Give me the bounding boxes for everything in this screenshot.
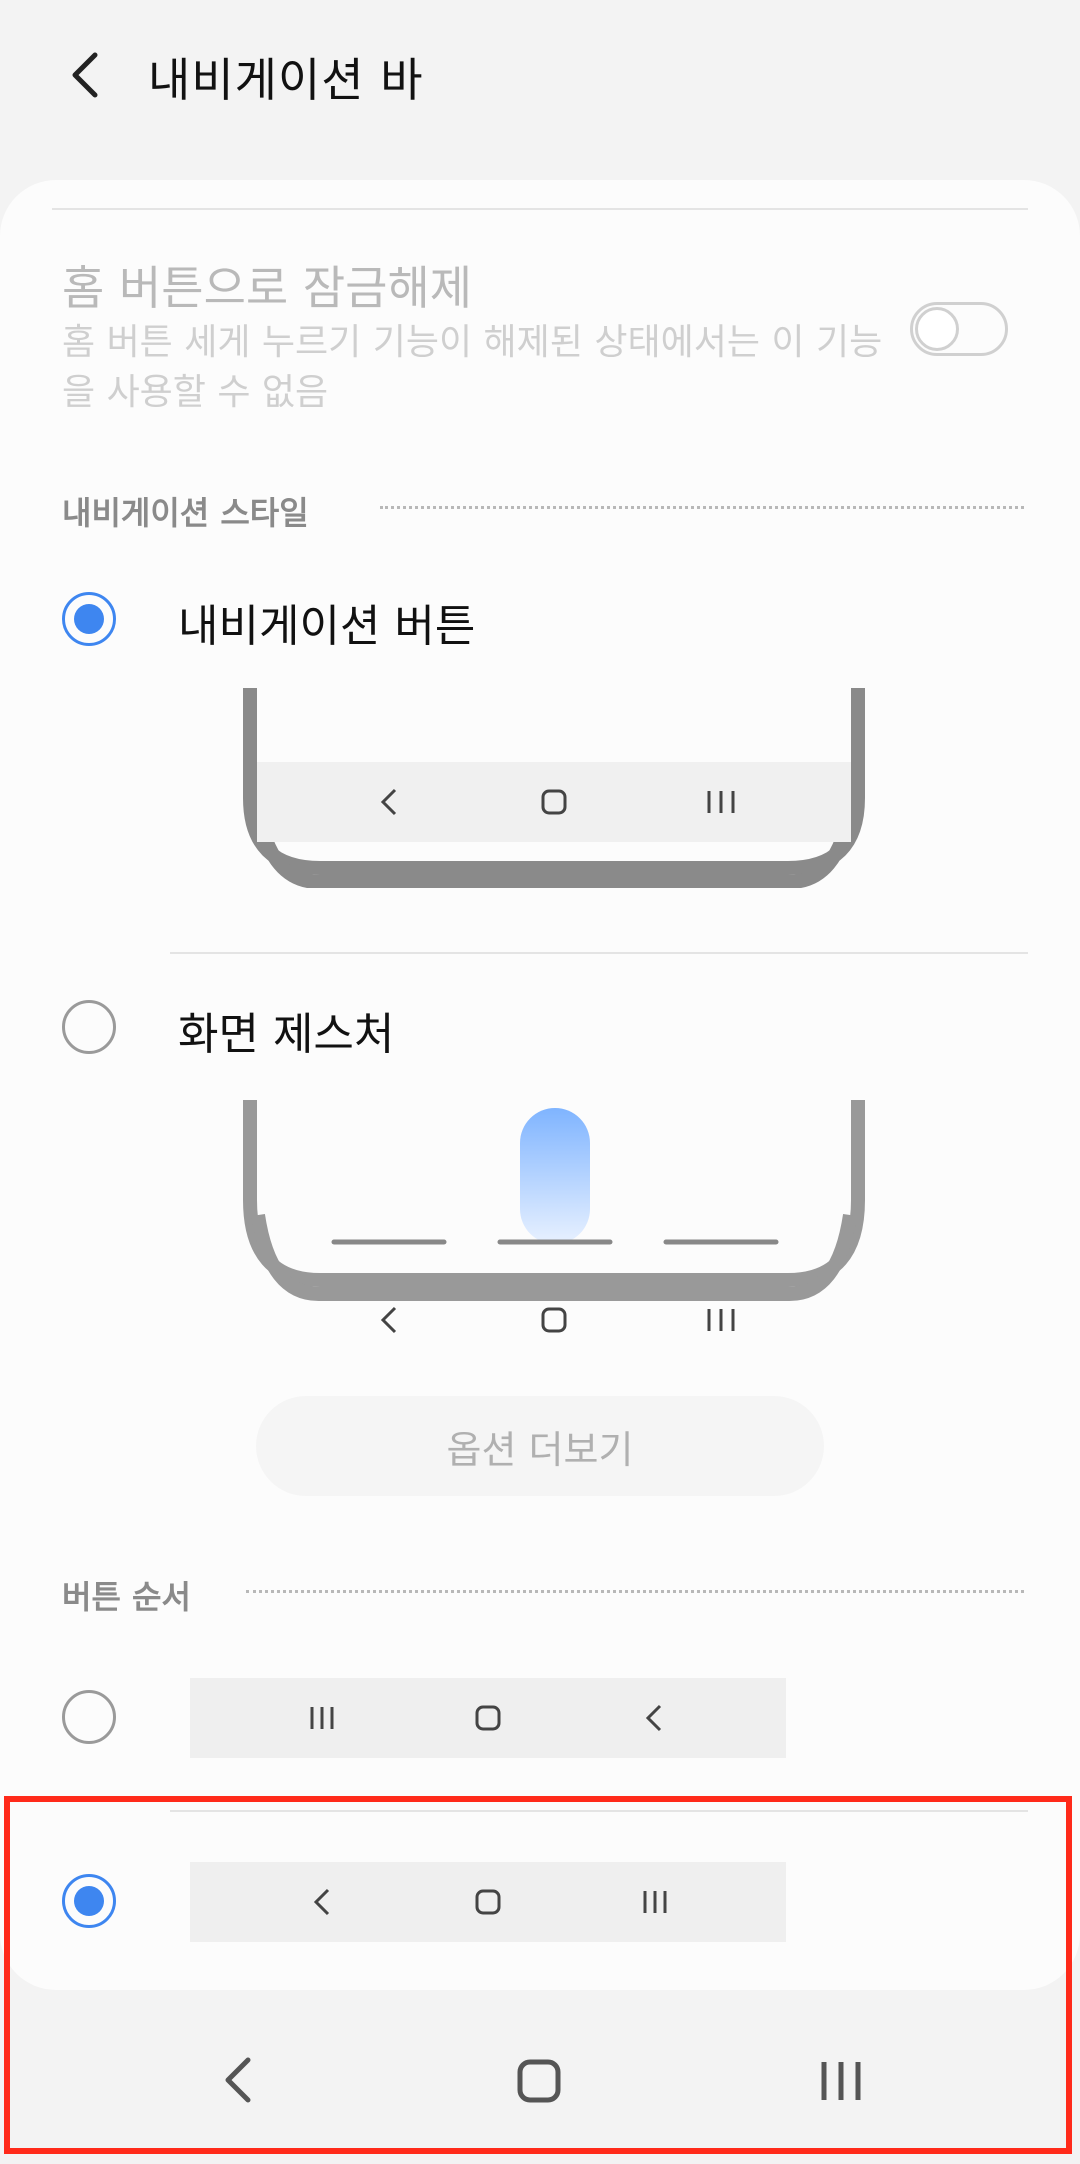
section-divider bbox=[380, 506, 1024, 509]
back-button[interactable] bbox=[40, 30, 130, 120]
button-order-header: 버튼 순서 bbox=[62, 1578, 191, 1616]
back-icon bbox=[225, 2057, 251, 2103]
unlock-title: 홈 버튼으로 잠금해제 bbox=[62, 261, 473, 315]
unlock-toggle[interactable] bbox=[910, 302, 1008, 356]
nav-recents-button[interactable] bbox=[821, 2062, 861, 2100]
nav-style-header: 내비게이션 스타일 bbox=[62, 494, 309, 532]
nav-back-button[interactable] bbox=[225, 2057, 251, 2103]
page-title: 내비게이션 바 bbox=[148, 53, 424, 107]
gestures-radio[interactable] bbox=[62, 1000, 116, 1054]
back-icon bbox=[645, 1704, 662, 1732]
gestures-illustration bbox=[243, 1100, 865, 1334]
order-option-1-preview[interactable] bbox=[190, 1678, 786, 1758]
toggle-knob bbox=[915, 307, 959, 351]
home-icon bbox=[475, 1705, 501, 1731]
divider bbox=[52, 208, 1028, 210]
divider bbox=[170, 1810, 1028, 1812]
recents-icon bbox=[310, 1707, 334, 1729]
divider bbox=[170, 952, 1028, 954]
home-icon bbox=[475, 1889, 501, 1915]
nav-buttons-label[interactable]: 내비게이션 버튼 bbox=[178, 590, 475, 654]
back-icon bbox=[313, 1888, 330, 1916]
recents-icon bbox=[821, 2062, 861, 2100]
section-divider bbox=[246, 1590, 1024, 1593]
home-icon bbox=[517, 2059, 561, 2103]
nav-buttons-illustration bbox=[243, 688, 865, 888]
unlock-description: 홈 버튼 세게 누르기 기능이 해제된 상태에서는 이 기능을 사용할 수 없음 bbox=[62, 322, 883, 413]
chevron-left-icon bbox=[72, 52, 98, 98]
nav-buttons-radio[interactable] bbox=[62, 592, 116, 646]
system-nav-bar bbox=[0, 2000, 1080, 2160]
order-option-2-radio[interactable] bbox=[62, 1874, 116, 1928]
nav-home-button[interactable] bbox=[517, 2059, 561, 2103]
radio-dot bbox=[74, 1886, 104, 1916]
radio-dot bbox=[74, 604, 104, 634]
order-option-2-preview[interactable] bbox=[190, 1862, 786, 1942]
more-options-button[interactable]: 옵션 더보기 bbox=[256, 1396, 824, 1496]
gestures-label[interactable]: 화면 제스처 bbox=[178, 998, 394, 1062]
recents-icon bbox=[643, 1891, 667, 1913]
order-option-1-radio[interactable] bbox=[62, 1690, 116, 1744]
